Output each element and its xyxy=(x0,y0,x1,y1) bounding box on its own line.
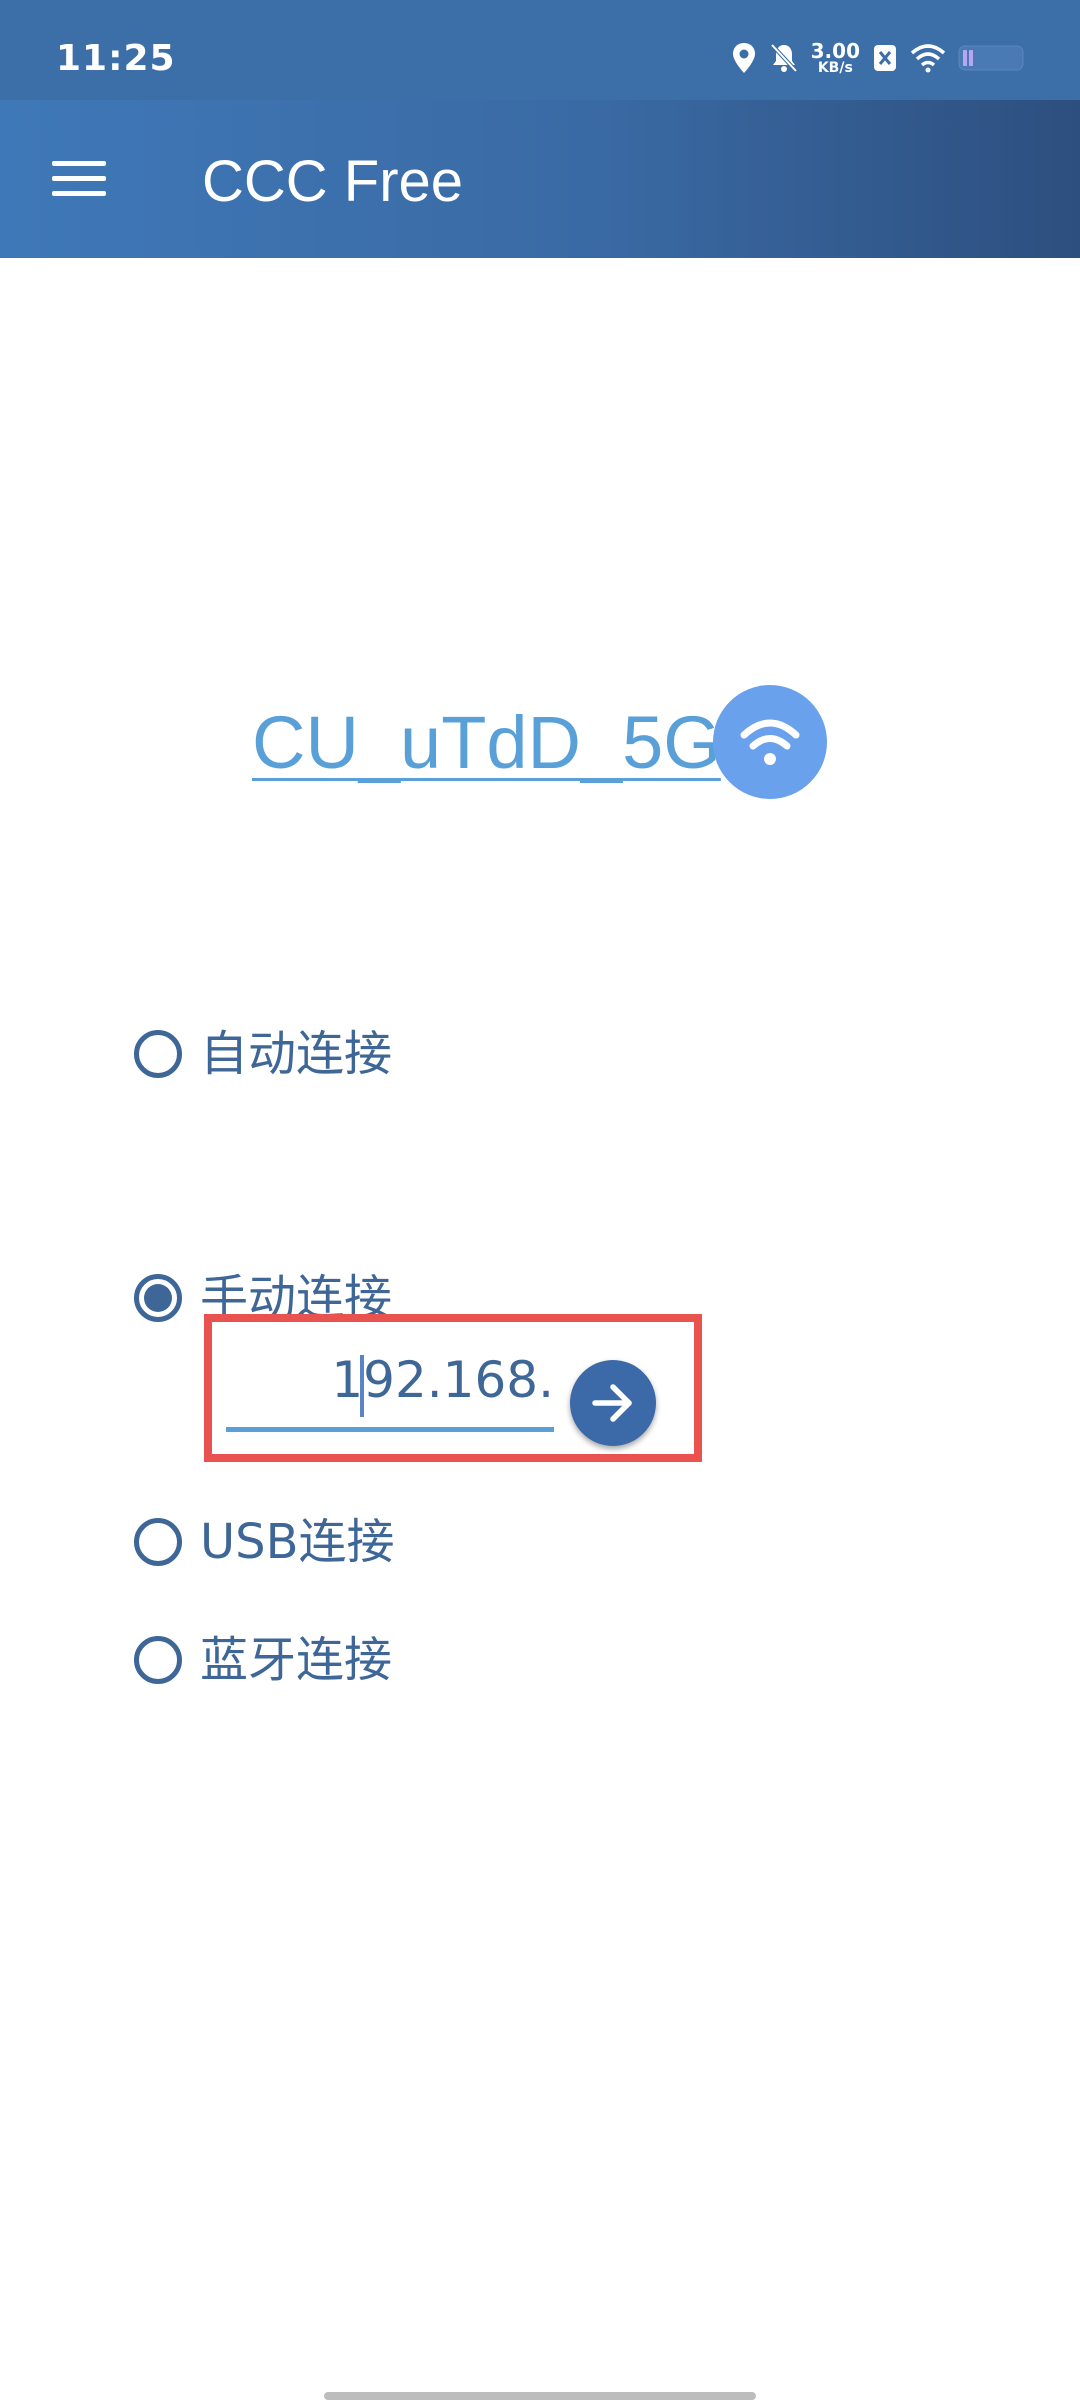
ip-address-input[interactable] xyxy=(226,1332,554,1432)
arrow-right-icon xyxy=(592,1384,632,1422)
connect-go-button[interactable] xyxy=(570,1360,656,1446)
home-indicator[interactable] xyxy=(324,2392,756,2400)
option-auto-connect[interactable]: 自动连接 xyxy=(134,1030,392,1078)
radio-auto-connect[interactable] xyxy=(134,1030,182,1078)
option-usb-connect[interactable]: USB连接 xyxy=(134,1518,395,1566)
radio-usb-connect[interactable] xyxy=(134,1518,182,1566)
sim-x-icon xyxy=(874,45,896,71)
manual-ip-panel xyxy=(204,1314,702,1462)
bell-off-icon xyxy=(770,43,798,73)
battery-icon xyxy=(958,45,1024,71)
net-speed-unit: KB/s xyxy=(817,60,853,76)
status-time: 11:25 xyxy=(56,38,176,79)
radio-manual-connect[interactable] xyxy=(134,1274,182,1322)
option-bluetooth-label: 蓝牙连接 xyxy=(200,1632,393,1688)
option-bluetooth-connect[interactable]: 蓝牙连接 xyxy=(134,1636,392,1684)
menu-icon[interactable] xyxy=(48,157,110,201)
wifi-icon xyxy=(910,44,946,73)
net-speed: 3.00 KB/s xyxy=(811,41,860,75)
option-auto-label: 自动连接 xyxy=(200,1026,393,1082)
network-name-link[interactable]: CU_uTdD_5G xyxy=(252,700,721,785)
app-title: CCC Free xyxy=(202,149,464,214)
wifi-button[interactable] xyxy=(713,685,827,799)
option-usb-label: USB连接 xyxy=(200,1514,395,1570)
location-icon xyxy=(732,43,755,73)
radio-bluetooth-connect[interactable] xyxy=(134,1636,182,1684)
status-icons: 3.00 KB/s xyxy=(731,36,1024,80)
app-bar: CCC Free xyxy=(0,100,1080,258)
text-cursor xyxy=(360,1355,364,1417)
status-bar: 11:25 3.00 KB/s xyxy=(0,0,1080,100)
net-speed-value: 3.00 xyxy=(810,39,860,63)
wifi-icon xyxy=(740,719,800,765)
